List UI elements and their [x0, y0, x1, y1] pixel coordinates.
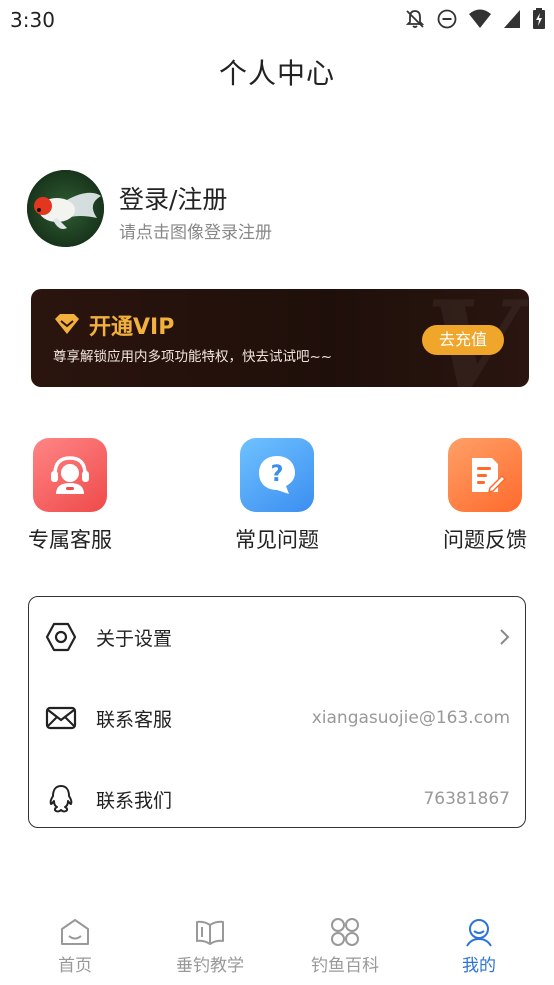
grid-icon	[331, 918, 359, 946]
contact-email: xiangasuojie@163.com	[311, 708, 510, 728]
action-label: 常见问题	[235, 528, 319, 552]
action-label: 专属客服	[28, 528, 112, 552]
hexagon-settings-icon	[45, 622, 77, 652]
faq-tile[interactable]: ?	[240, 438, 314, 512]
vip-title: 开通VIP	[89, 315, 175, 340]
customer-service-icon	[51, 456, 89, 494]
settings-card: 关于设置 联系客服 xiangasuojie@163.com 联系我们 7638…	[28, 596, 526, 828]
home-icon	[61, 919, 89, 945]
page-title: 个人中心	[218, 57, 335, 90]
nav-label: 钓鱼百科	[311, 956, 379, 976]
settings-row-contact-us[interactable]: 联系我们 76381867	[29, 769, 525, 829]
chevron-right-icon	[500, 629, 510, 645]
battery-charging-icon	[533, 8, 545, 29]
row-label: 联系客服	[96, 708, 173, 731]
faq-icon: ?	[259, 456, 295, 494]
notifications-off-icon	[405, 10, 425, 28]
profile-icon	[466, 919, 492, 947]
wifi-icon	[469, 9, 491, 28]
action-faq[interactable]: ? 常见问题	[222, 438, 332, 554]
mail-icon	[45, 706, 77, 730]
goldfish-avatar-image	[27, 170, 104, 247]
nav-label: 我的	[462, 956, 496, 976]
book-icon	[196, 920, 224, 945]
row-label: 联系我们	[96, 789, 173, 812]
settings-row-about[interactable]: 关于设置	[29, 607, 525, 667]
feedback-icon	[472, 458, 507, 494]
bottom-nav: 首页 垂钓教学 钓鱼百科 我的	[0, 905, 554, 985]
nav-label: 垂钓教学	[176, 956, 244, 976]
recharge-button[interactable]: 去充值	[422, 325, 504, 355]
settings-row-contact-service[interactable]: 联系客服 xiangasuojie@163.com	[29, 688, 525, 748]
nav-item-fishing-teaching[interactable]: 垂钓教学	[150, 917, 270, 976]
status-time: 3:30	[10, 8, 55, 32]
nav-item-home[interactable]: 首页	[15, 917, 135, 976]
login-subtitle: 请点击图像登录注册	[119, 223, 272, 243]
login-title[interactable]: 登录/注册	[119, 180, 227, 216]
feedback-tile[interactable]	[448, 438, 522, 512]
vip-banner[interactable]: V 开通VIP 尊享解锁应用内多项功能特权，快去试试吧~~ 去充值	[31, 289, 529, 387]
diamond-icon	[55, 314, 79, 334]
do-not-disturb-icon	[437, 9, 457, 29]
action-feedback[interactable]: 问题反馈	[430, 438, 540, 554]
avatar[interactable]	[27, 170, 104, 247]
nav-item-mine[interactable]: 我的	[419, 917, 539, 976]
row-label: 关于设置	[96, 627, 173, 650]
vip-description: 尊享解锁应用内多项功能特权，快去试试吧~~	[53, 349, 333, 365]
svg-text:?: ?	[271, 462, 284, 487]
qq-icon	[49, 785, 73, 813]
status-bar: 3:30	[0, 0, 554, 38]
signal-icon	[504, 10, 520, 28]
action-customer-service[interactable]: 专属客服	[15, 438, 125, 554]
status-icons	[404, 8, 546, 30]
action-label: 问题反馈	[443, 528, 527, 552]
nav-item-fishing-encyclopedia[interactable]: 钓鱼百科	[285, 917, 405, 976]
nav-label: 首页	[58, 956, 92, 976]
contact-qq-number: 76381867	[423, 789, 510, 809]
customer-service-tile[interactable]	[33, 438, 107, 512]
